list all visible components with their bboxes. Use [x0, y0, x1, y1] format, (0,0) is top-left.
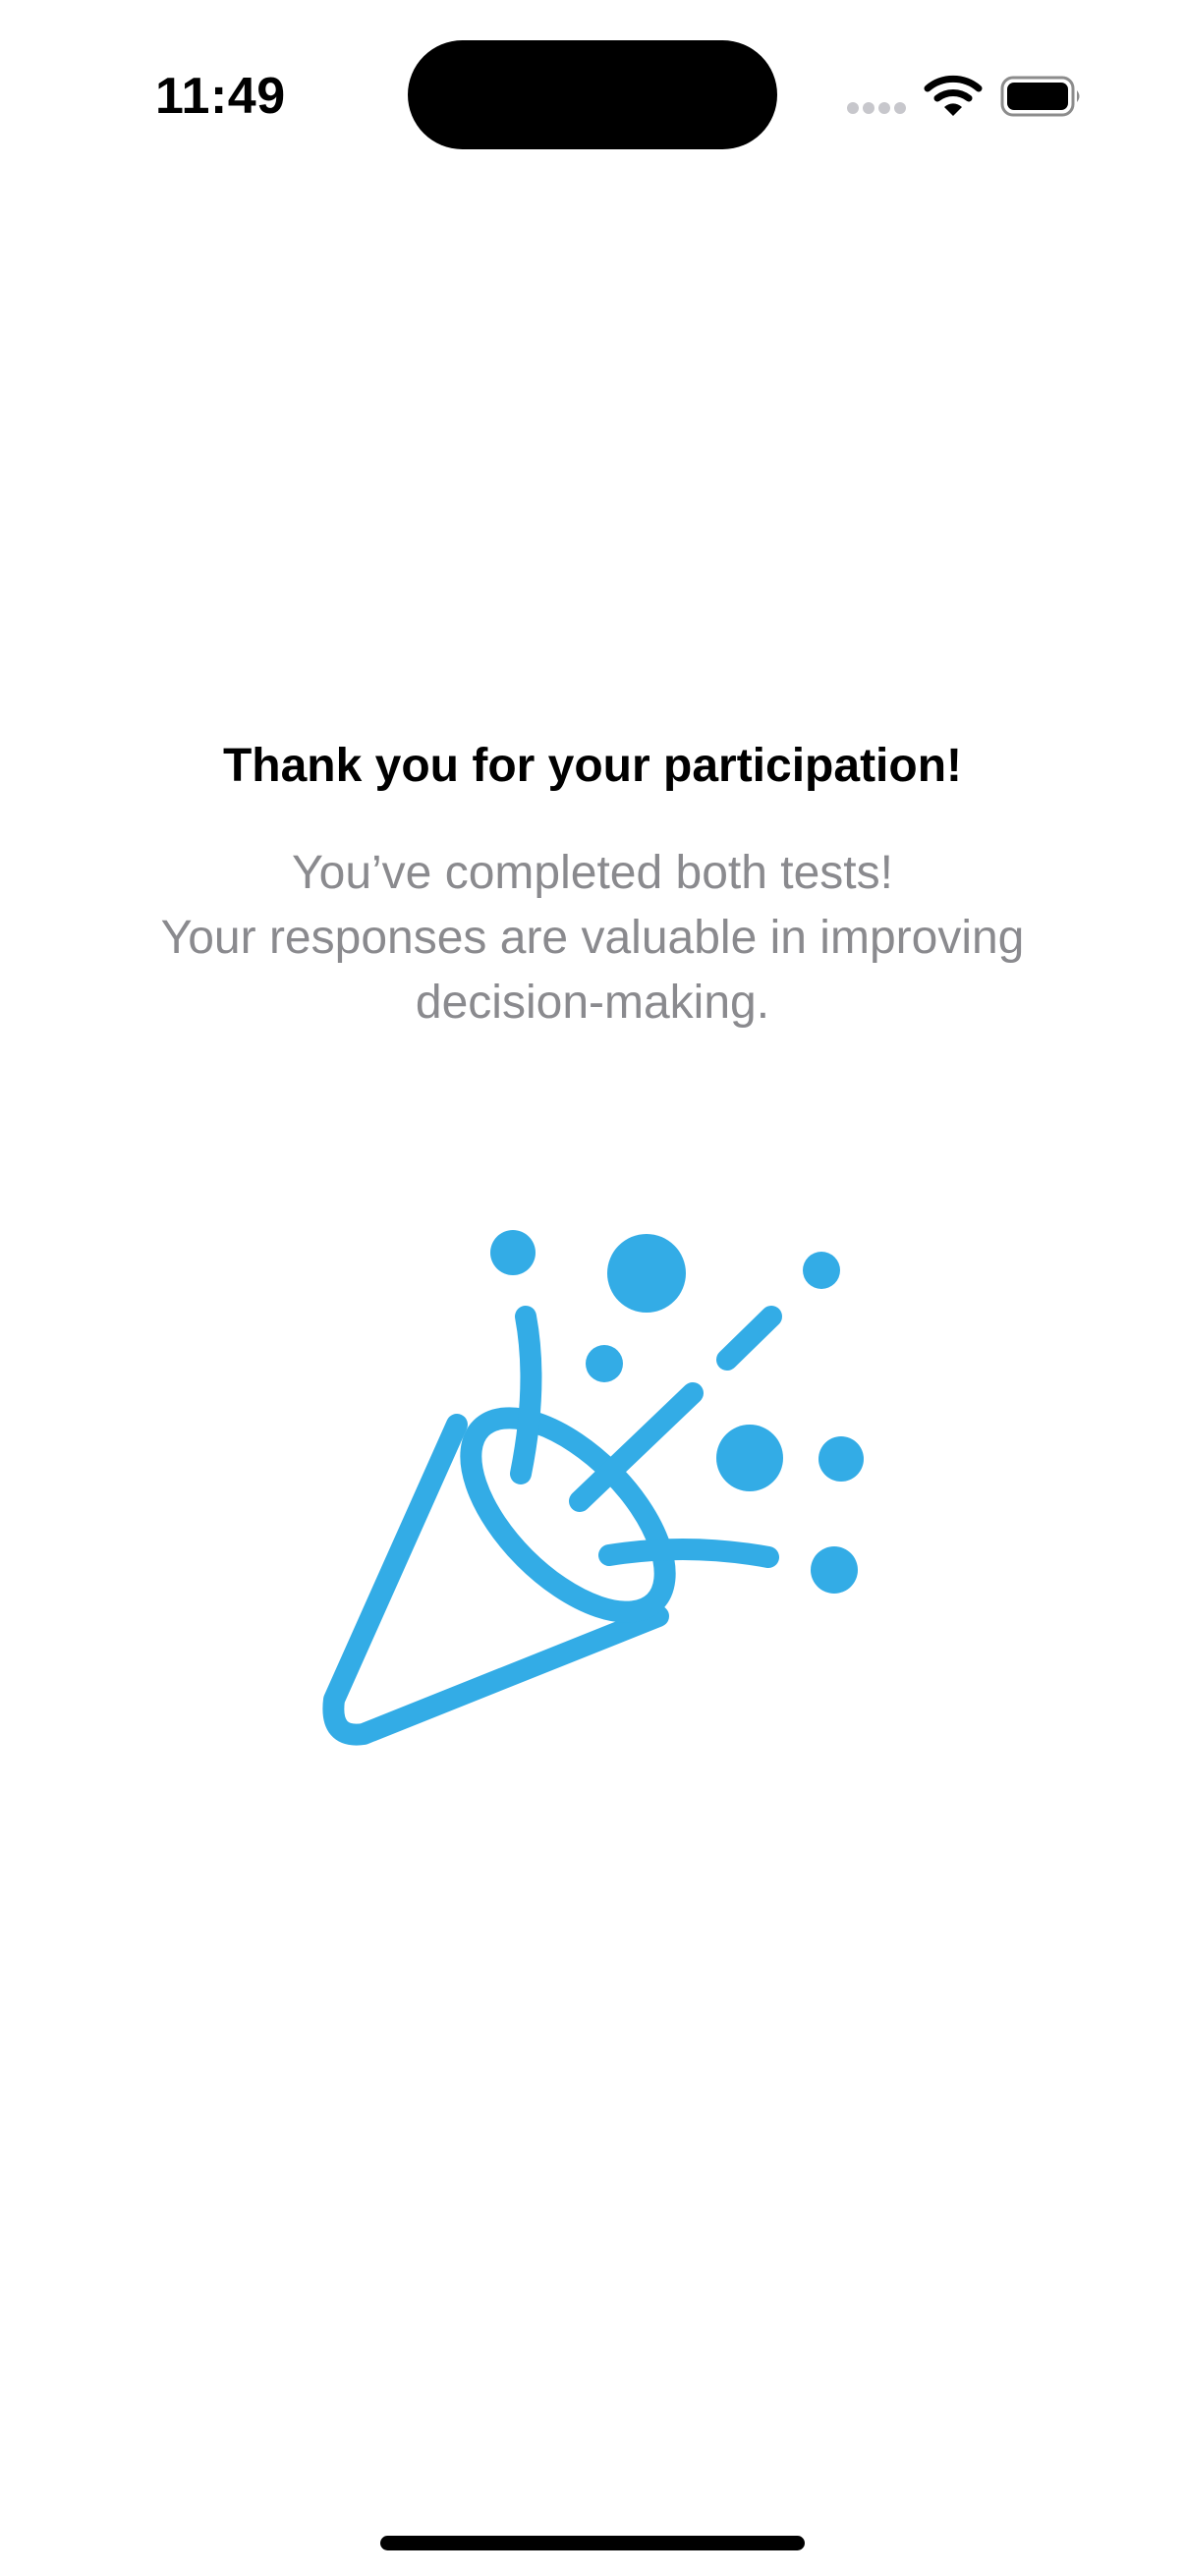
subtitle-line: decision-making.	[415, 977, 770, 1029]
cellular-dots-icon	[847, 102, 908, 116]
battery-icon	[1000, 76, 1080, 117]
status-time: 11:49	[155, 68, 286, 125]
subtitle-line: You’ve completed both tests!	[292, 847, 893, 899]
wifi-icon	[924, 75, 983, 116]
subtitle-line: Your responses are valuable in improving	[160, 912, 1025, 964]
home-indicator[interactable]	[380, 2536, 805, 2550]
completion-message: Thank you for your participation! You’ve…	[0, 727, 1185, 1036]
status-bar: 11:49	[0, 0, 1185, 196]
party-popper-icon	[322, 1230, 864, 1746]
dynamic-island	[408, 40, 777, 149]
page-title: Thank you for your participation!	[222, 740, 963, 792]
subtitle: You’ve completed both tests! Your respon…	[101, 841, 1084, 1036]
